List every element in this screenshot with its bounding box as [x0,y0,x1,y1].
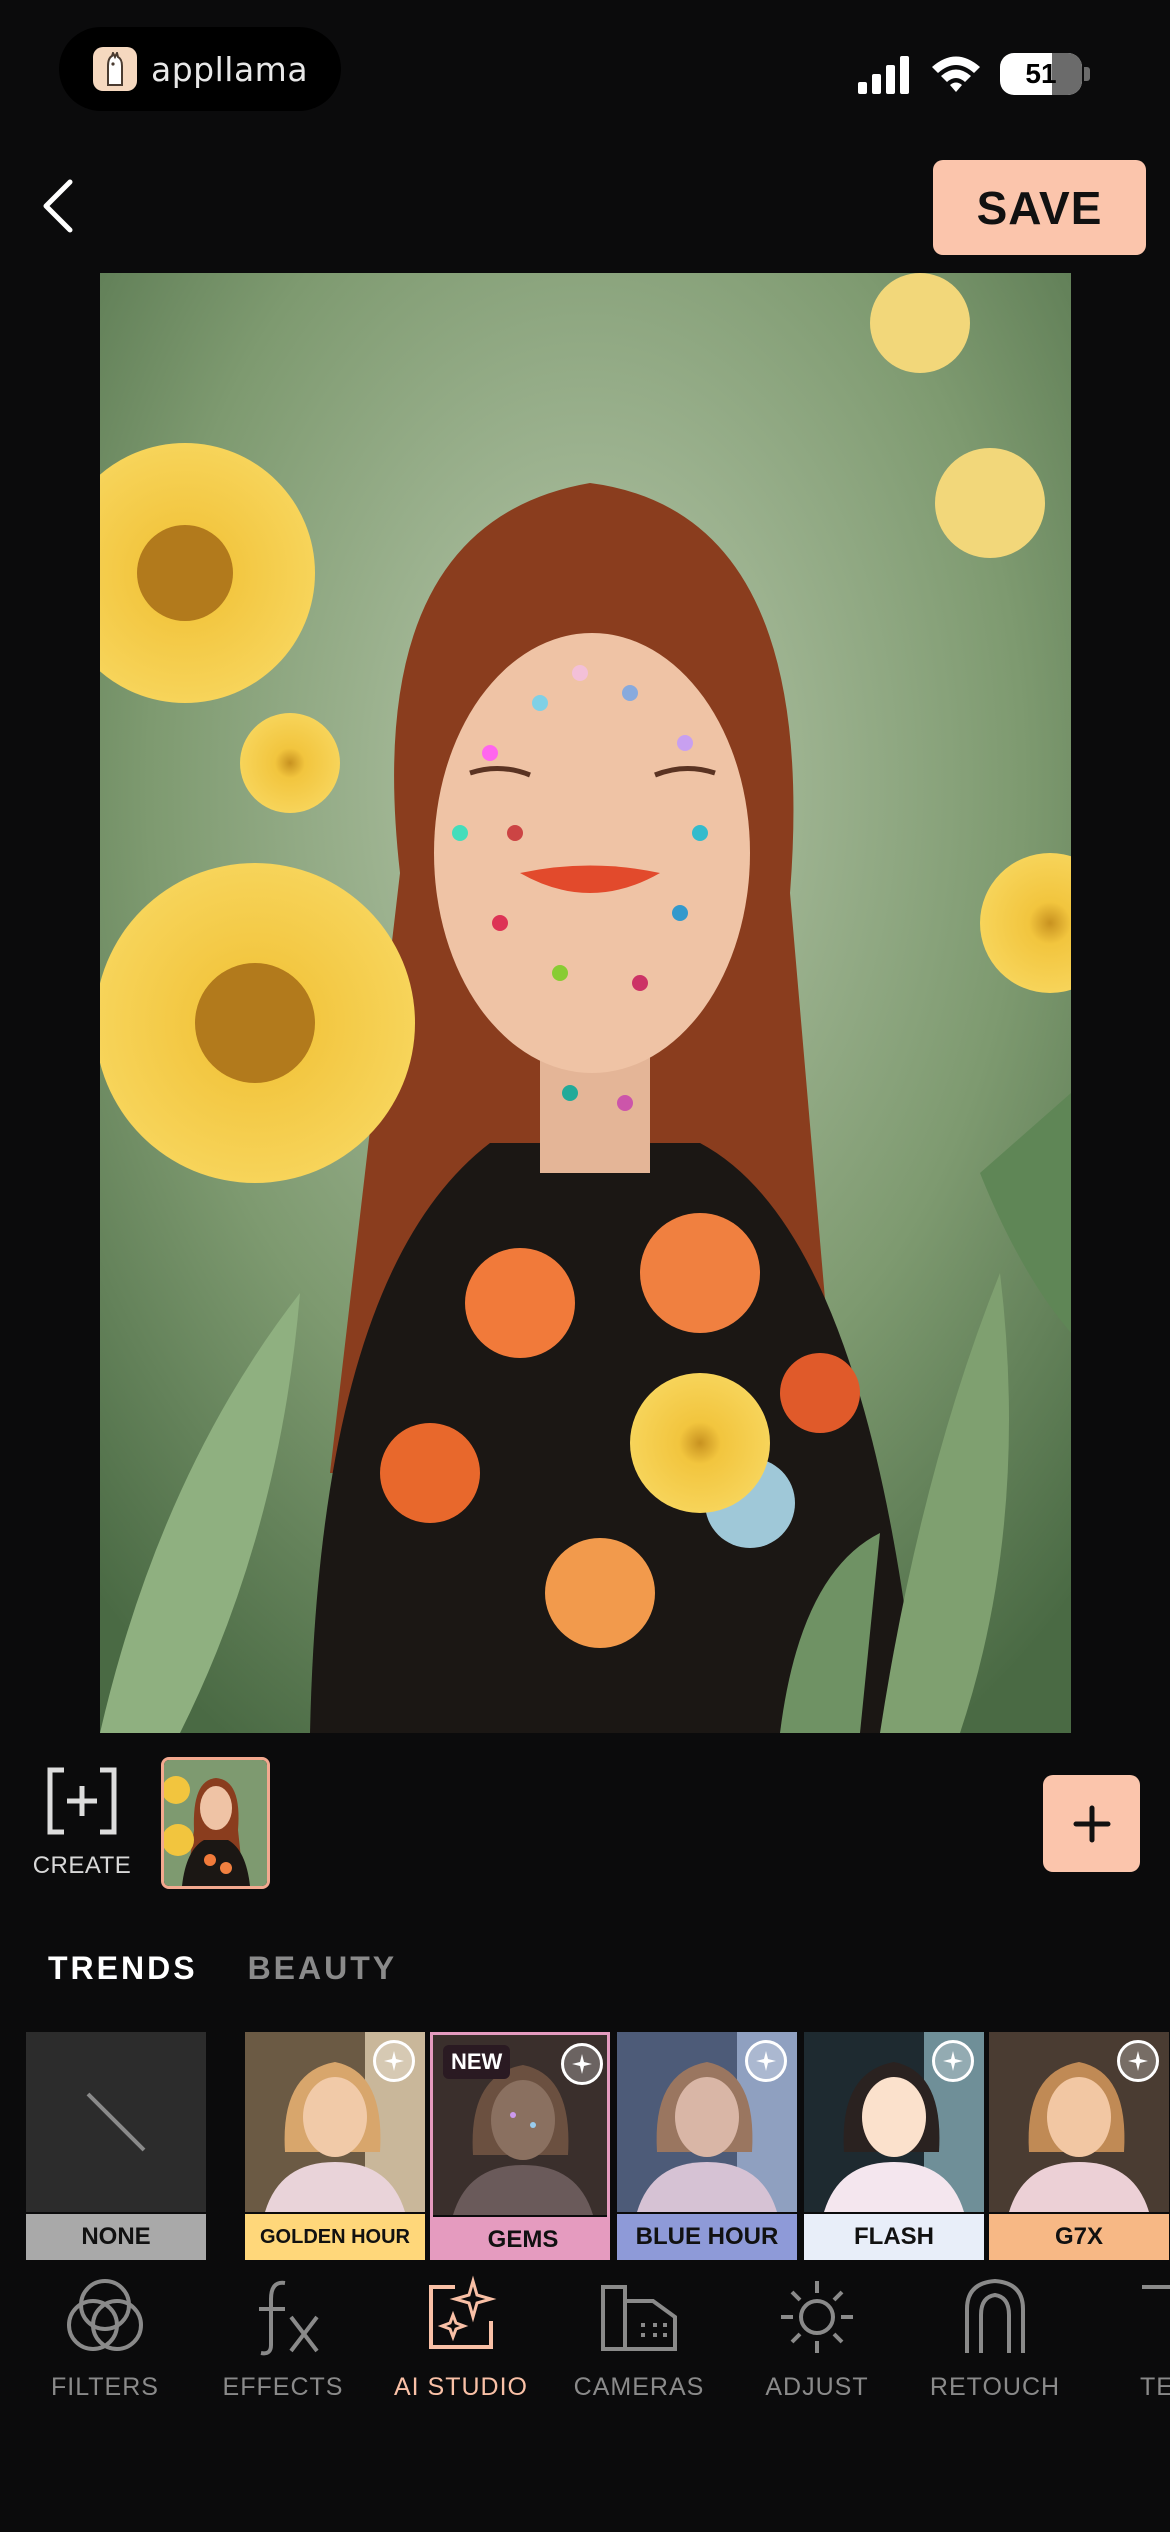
nav-item-filters[interactable]: FILTERS [30,2275,180,2402]
nav-label: TE [1140,2373,1170,2401]
preset-label: G7X [989,2214,1169,2260]
ai-sparkle-icon [561,2043,603,2085]
cameras-icon [601,2285,677,2351]
preset-label: GEMS [433,2217,607,2257]
back-chevron-icon[interactable] [36,176,80,236]
save-button[interactable]: SAVE [933,160,1146,255]
create-label: CREATE [32,1852,132,1879]
preset-none[interactable]: NONE [26,2032,206,2260]
nav-item-effects[interactable]: EFFECTS [208,2275,358,2402]
preset-golden-hour[interactable]: GOLDEN HOUR [245,2032,425,2260]
ai-sparkle-icon [373,2040,415,2082]
nav-label: ADJUST [765,2373,869,2401]
status-icons: 51 [856,52,1090,96]
preset-blue-hour[interactable]: BLUE HOUR [617,2032,797,2260]
photo-preview[interactable] [100,273,1071,1733]
ai-sparkle-icon [932,2040,974,2082]
nav-label: CAMERAS [573,2373,705,2401]
preset-label: GOLDEN HOUR [245,2214,425,2260]
ai-sparkle-icon [745,2040,787,2082]
nav-item-text[interactable]: TE [1098,2275,1170,2402]
nav-item-retouch[interactable]: RETOUCH [920,2275,1070,2402]
preset-label: BLUE HOUR [617,2214,797,2260]
signal-icon [858,56,909,94]
tab-trends[interactable]: TRENDS [48,1950,198,1987]
wifi-icon [932,56,980,92]
preset-flash[interactable]: FLASH [804,2032,984,2260]
nav-item-ai-studio[interactable]: AI STUDIO [386,2275,536,2402]
retouch-icon [965,2278,1025,2353]
nav-label: FILTERS [51,2373,159,2401]
text-icon [1142,2285,1170,2289]
preset-strip[interactable]: NONE GOLDEN HOUR NEW GEMS BLUE HOUR FLAS… [26,2032,1170,2262]
preset-gems[interactable]: NEW GEMS [430,2032,610,2260]
ai-sparkle-icon [1117,2040,1159,2082]
nav-label: RETOUCH [929,2373,1061,2401]
plus-icon [1073,1805,1110,1842]
preset-tabs: TRENDS BEAUTY [48,1950,397,1987]
battery-level: 51 [1025,58,1057,89]
ai-studio-icon [429,2275,497,2349]
app-pill-label: appllama [151,49,309,89]
tab-beauty[interactable]: BEAUTY [248,1950,398,1987]
nav-item-adjust[interactable]: ADJUST [742,2275,892,2402]
create-button[interactable]: CREATE [32,1766,132,1896]
llama-logo-icon [93,47,137,91]
nav-label: AI STUDIO [393,2373,528,2401]
adjust-icon [781,2281,853,2353]
photo-thumbnail[interactable] [161,1757,270,1889]
create-frame-icon [47,1767,117,1835]
nav-item-cameras[interactable]: CAMERAS [564,2275,714,2402]
filters-icon [67,2279,143,2351]
app-pill[interactable]: appllama [59,27,341,111]
preset-label: FLASH [804,2214,984,2260]
nav-label: EFFECTS [222,2373,344,2401]
bottom-nav: FILTERS EFFECTS AI STUDIO CAMERAS ADJUST [0,2275,1170,2425]
battery-tip [1084,67,1090,81]
new-badge: NEW [443,2045,511,2079]
preset-label: NONE [26,2214,206,2260]
effects-icon [259,2280,319,2356]
preset-g7x[interactable]: G7X [989,2032,1169,2260]
add-photo-button[interactable] [1043,1775,1140,1872]
battery-indicator: 51 [1000,53,1082,95]
